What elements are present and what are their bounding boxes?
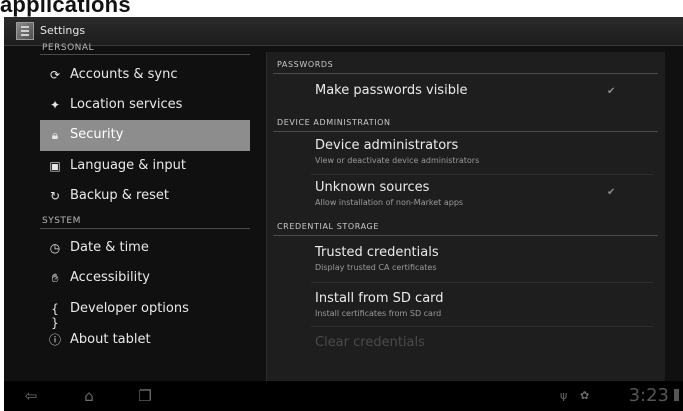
sidebar-item-label: Date & time: [70, 240, 149, 255]
install-from-sd-card-item[interactable]: Install from SD card Install certificate…: [267, 283, 665, 325]
settings-app-icon[interactable]: [16, 22, 34, 40]
personal-section-header: PERSONAL: [42, 43, 95, 53]
keyboard-icon: ▣: [49, 159, 61, 173]
settings-sidebar: PERSONAL ⟳ Accounts & sync ✦ Location se…: [28, 43, 250, 381]
pref-title: Make passwords visible: [315, 83, 468, 98]
sidebar-item-date-time[interactable]: ◷ Date & time: [40, 233, 250, 263]
page: applications Settings PERSONAL ⟳ Account…: [0, 0, 683, 411]
battery-icon: [674, 389, 679, 401]
status-clock[interactable]: 3:23: [629, 385, 669, 406]
info-icon: ⓘ: [48, 333, 61, 347]
location-icon: ✦: [49, 98, 61, 112]
notification-icon: ✿: [580, 389, 590, 402]
category-divider: [273, 235, 658, 236]
sidebar-item-about-tablet[interactable]: ⓘ About tablet: [40, 325, 250, 355]
lock-icon: 🔒︎: [51, 128, 59, 142]
hand-icon: ✋︎: [51, 271, 59, 285]
sidebar-item-developer-options[interactable]: { } Developer options: [40, 294, 250, 330]
system-nav-bar: ⇦ ⌂ ❐ ψ ✿ 3:23: [4, 381, 683, 411]
sidebar-item-label: Security: [70, 127, 124, 142]
action-bar: Settings: [4, 17, 683, 46]
device-administrators-item[interactable]: Device administrators View or deactivate…: [267, 132, 665, 174]
make-passwords-visible-toggle[interactable]: Make passwords visible ✔: [267, 74, 665, 114]
section-divider: [40, 54, 250, 55]
pref-title: Unknown sources: [315, 180, 430, 195]
pref-title: Trusted credentials: [315, 245, 439, 260]
sidebar-item-label: About tablet: [70, 332, 151, 347]
home-icon[interactable]: ⌂: [76, 387, 102, 405]
document-heading: applications: [0, 0, 131, 17]
tablet-screen: Settings PERSONAL ⟳ Accounts & sync ✦ Lo…: [4, 17, 683, 411]
app-title: Settings: [40, 24, 86, 37]
usb-icon: ψ: [560, 389, 568, 402]
clear-credentials-item[interactable]: Clear credentials: [267, 327, 665, 361]
sidebar-item-backup-reset[interactable]: ↻ Backup & reset: [40, 181, 250, 211]
security-settings-panel: PASSWORDS Make passwords visible ✔ DEVIC…: [266, 52, 665, 381]
pref-title: Install from SD card: [315, 291, 444, 306]
back-icon[interactable]: ⇦: [18, 387, 44, 405]
device-administration-category-header: DEVICE ADMINISTRATION: [277, 118, 391, 127]
sidebar-item-language-input[interactable]: ▣ Language & input: [40, 151, 250, 181]
pref-summary: Display trusted CA certificates: [315, 263, 437, 272]
pref-summary: View or deactivate device administrators: [315, 156, 480, 165]
unknown-sources-toggle[interactable]: Unknown sources Allow installation of no…: [267, 175, 665, 217]
sidebar-item-accounts-sync[interactable]: ⟳ Accounts & sync: [40, 60, 250, 90]
credential-storage-category-header: CREDENTIAL STORAGE: [277, 222, 379, 231]
pref-summary: Install certificates from SD card: [315, 309, 442, 318]
checkmark-icon[interactable]: ✔: [607, 187, 615, 198]
checkmark-icon[interactable]: ✔: [607, 86, 615, 97]
trusted-credentials-item[interactable]: Trusted credentials Display trusted CA c…: [267, 237, 665, 281]
passwords-category-header: PASSWORDS: [277, 60, 334, 69]
recent-apps-icon[interactable]: ❐: [132, 387, 158, 405]
sidebar-item-label: Backup & reset: [70, 188, 169, 203]
clock-icon: ◷: [49, 241, 61, 255]
system-section-header: SYSTEM: [42, 216, 81, 226]
pref-title: Clear credentials: [315, 335, 425, 350]
sidebar-item-location-services[interactable]: ✦ Location services: [40, 90, 250, 120]
backup-icon: ↻: [49, 189, 61, 203]
sidebar-item-label: Location services: [70, 97, 183, 112]
pref-summary: Allow installation of non-Market apps: [315, 198, 464, 207]
sidebar-item-label: Accessibility: [70, 270, 150, 285]
settings-content: PERSONAL ⟳ Accounts & sync ✦ Location se…: [4, 43, 683, 381]
sidebar-item-label: Language & input: [70, 158, 186, 173]
sidebar-item-label: Developer options: [70, 301, 189, 316]
sidebar-item-accessibility[interactable]: ✋︎ Accessibility: [40, 263, 250, 293]
sync-icon: ⟳: [49, 68, 61, 82]
pref-title: Device administrators: [315, 138, 459, 153]
braces-icon: { }: [51, 302, 59, 330]
sidebar-item-security[interactable]: 🔒︎ Security: [40, 120, 250, 151]
section-divider: [40, 228, 250, 229]
sidebar-item-label: Accounts & sync: [70, 67, 178, 82]
